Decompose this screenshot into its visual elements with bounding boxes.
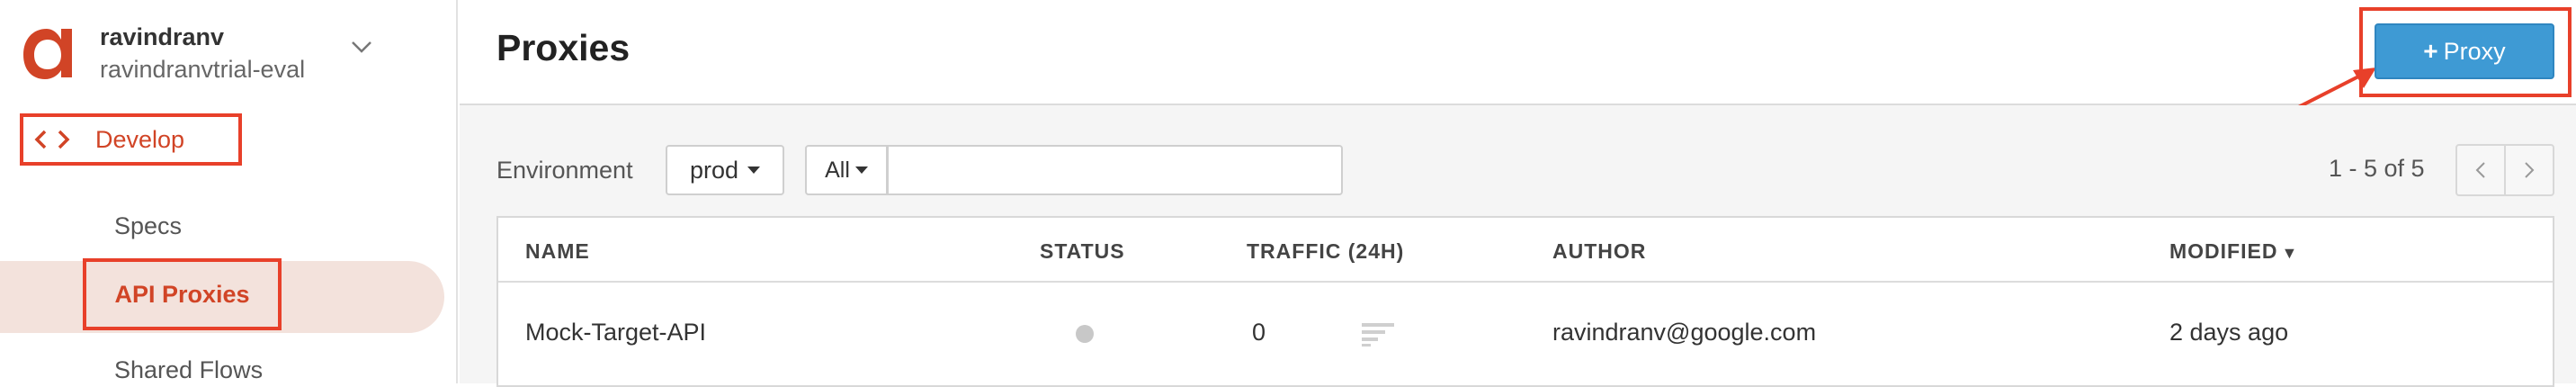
search-input[interactable]	[887, 145, 1343, 195]
code-brackets-icon	[34, 130, 70, 149]
page-title: Proxies	[496, 27, 631, 68]
proxy-name[interactable]: Mock-Target-API	[525, 319, 706, 346]
chevron-left-icon	[2475, 162, 2485, 178]
caret-down-icon	[747, 166, 761, 174]
next-page-button[interactable]	[2504, 144, 2554, 196]
environment-select[interactable]: prod	[666, 145, 784, 195]
scope-select[interactable]: All	[805, 145, 888, 195]
nav-develop-label: Develop	[95, 125, 185, 153]
status-dot-icon	[1076, 325, 1094, 343]
traffic-bars-icon	[1362, 323, 1394, 346]
column-header-modified[interactable]: MODIFIED ▼	[2169, 239, 2298, 264]
author-email: ravindranv@google.com	[1552, 319, 1817, 346]
add-proxy-label: Proxy	[2443, 37, 2506, 65]
pagination-range: 1 - 5 of 5	[2329, 155, 2425, 182]
table-header: NAME STATUS TRAFFIC (24H) AUTHOR MODIFIE…	[498, 218, 2553, 283]
apigee-logo-icon[interactable]	[20, 25, 76, 81]
traffic-value: 0	[1252, 319, 1266, 346]
column-header-author[interactable]: AUTHOR	[1552, 239, 1646, 264]
org-name: ravindranvtrial-eval	[100, 56, 306, 83]
sidebar-item-label: API Proxies	[114, 280, 250, 308]
sidebar: ravindranv ravindranvtrial-eval Develop …	[0, 0, 458, 383]
proxies-table: NAME STATUS TRAFFIC (24H) AUTHOR MODIFIE…	[496, 216, 2554, 387]
org-user-name: ravindranv	[100, 23, 225, 50]
column-header-traffic[interactable]: TRAFFIC (24H)	[1247, 239, 1404, 264]
column-header-status[interactable]: STATUS	[1040, 239, 1125, 264]
modified-date: 2 days ago	[2169, 319, 2289, 346]
chevron-right-icon	[2525, 162, 2535, 178]
column-header-name[interactable]: NAME	[525, 239, 590, 264]
page-header: Proxies	[460, 0, 2576, 105]
chevron-down-icon[interactable]	[351, 40, 372, 54]
plus-icon: +	[2423, 37, 2438, 65]
caret-down-icon	[854, 166, 868, 174]
add-proxy-button[interactable]: + Proxy	[2375, 23, 2554, 79]
scope-value: All	[825, 157, 850, 183]
nav-develop[interactable]: Develop	[20, 113, 242, 166]
sort-desc-icon: ▼	[2281, 244, 2299, 262]
environment-label: Environment	[496, 157, 633, 184]
column-header-modified-label: MODIFIED	[2169, 239, 2278, 263]
sidebar-item-specs[interactable]: Specs	[114, 212, 182, 240]
environment-value: prod	[689, 156, 739, 184]
sidebar-item-shared-flows[interactable]: Shared Flows	[114, 356, 263, 384]
prev-page-button[interactable]	[2455, 144, 2506, 196]
sidebar-item-api-proxies[interactable]: API Proxies	[83, 258, 282, 330]
